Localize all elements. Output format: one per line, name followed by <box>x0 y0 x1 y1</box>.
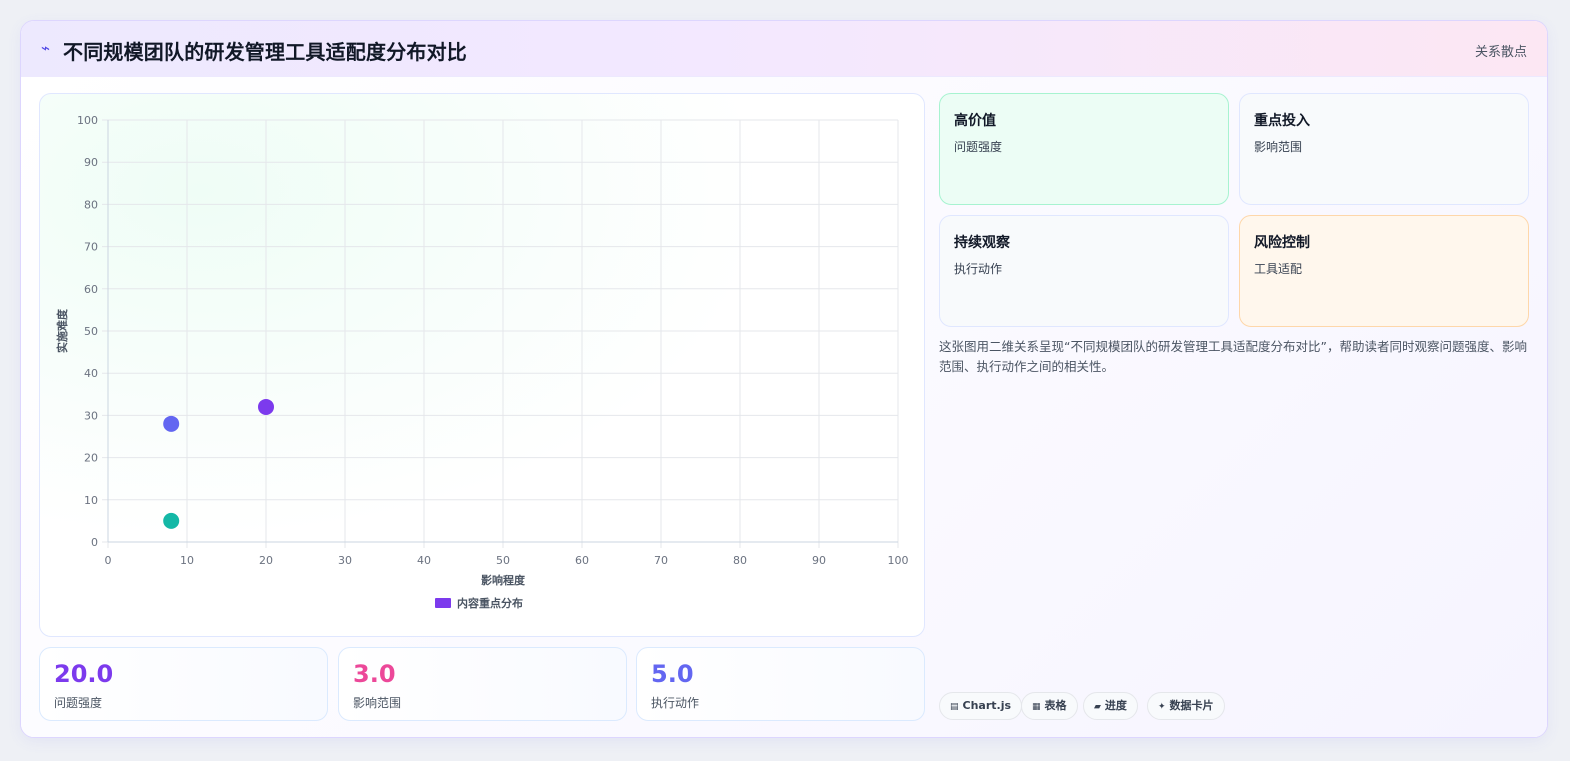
stat-label: 执行动作 <box>651 696 700 710</box>
x-tick-label: 30 <box>338 554 352 567</box>
y-tick-label: 30 <box>84 409 98 422</box>
chart-description: 这张图用二维关系呈现“不同规模团队的研发管理工具适配度分布对比”，帮助读者同时观… <box>939 339 1527 374</box>
scatter-point <box>258 398 274 415</box>
stat-card-problem-intensity: 20.0 问题强度 <box>39 647 328 721</box>
x-tick-label: 40 <box>417 554 431 567</box>
x-tick-label: 10 <box>180 554 194 567</box>
y-tick-label: 90 <box>84 156 98 169</box>
chart-type-tag: 关系散点 <box>1474 45 1527 60</box>
chip-label: 进度 <box>1104 699 1127 712</box>
y-tick-label: 100 <box>77 114 98 127</box>
chip-table[interactable]: ▦ 表格 <box>1021 692 1078 720</box>
quadrant-title: 高价值 <box>954 113 996 129</box>
quadrant-title: 重点投入 <box>1254 113 1310 129</box>
y-tick-label: 0 <box>91 536 98 549</box>
x-tick-label: 80 <box>733 554 747 567</box>
quadrant-card-focus-invest: 重点投入 影响范围 <box>1239 93 1529 205</box>
lightning-icon: ⌁ <box>41 39 51 57</box>
chip-label: 表格 <box>1044 699 1067 712</box>
chart-icon: ▤ <box>950 702 959 712</box>
table-icon: ▦ <box>1032 702 1041 712</box>
x-tick-label: 100 <box>888 554 909 567</box>
quadrant-card-keep-watch: 持续观察 执行动作 <box>939 215 1229 327</box>
quadrant-subtitle: 影响范围 <box>1254 140 1303 154</box>
stat-card-action: 5.0 执行动作 <box>636 647 925 721</box>
x-tick-label: 20 <box>259 554 273 567</box>
quadrant-subtitle: 执行动作 <box>954 262 1003 276</box>
stat-value: 5.0 <box>651 660 694 688</box>
legend-swatch <box>435 598 451 608</box>
quadrant-subtitle: 问题强度 <box>954 140 1003 154</box>
y-axis-title: 实施难度 <box>55 308 69 353</box>
scatter-chart: 0 10 20 30 40 50 60 70 80 90 100 0 10 20 30 40 50 60 70 80 9… <box>55 114 909 610</box>
x-tick-label: 0 <box>105 554 112 567</box>
quadrant-subtitle: 工具适配 <box>1254 262 1303 276</box>
x-tick-label: 90 <box>812 554 826 567</box>
y-tick-label: 40 <box>84 367 98 380</box>
stat-card-impact-scope: 3.0 影响范围 <box>338 647 627 721</box>
legend-label: 内容重点分布 <box>457 596 523 610</box>
scatter-chart-panel: 0 10 20 30 40 50 60 70 80 90 100 0 10 20 30 40 50 60 70 80 9… <box>39 93 925 637</box>
x-tick-label: 60 <box>575 554 589 567</box>
card-header: ⌁ 不同规模团队的研发管理工具适配度分布对比 关系散点 <box>21 21 1547 77</box>
chip-chartjs[interactable]: ▤ Chart.js <box>939 692 1023 720</box>
scatter-point <box>163 512 180 529</box>
stat-label: 影响范围 <box>353 696 402 710</box>
stat-value: 3.0 <box>353 660 396 688</box>
chip-label: 数据卡片 <box>1169 699 1214 712</box>
chip-progress[interactable]: ▰ 进度 <box>1083 692 1138 720</box>
x-tick-label: 50 <box>496 554 510 567</box>
stat-value: 20.0 <box>54 660 114 688</box>
sparkle-icon: ✦ <box>1158 702 1166 712</box>
y-tick-label: 60 <box>84 283 98 296</box>
y-tick-label: 10 <box>84 494 98 507</box>
y-tick-label: 50 <box>84 325 98 338</box>
quadrant-card-risk-control: 风险控制 工具适配 <box>1239 215 1529 327</box>
page-title: 不同规模团队的研发管理工具适配度分布对比 <box>63 40 467 64</box>
chip-data-card[interactable]: ✦ 数据卡片 <box>1147 692 1225 720</box>
chart-card: ⌁ 不同规模团队的研发管理工具适配度分布对比 关系散点 0 10 20 30 40 50 6… <box>20 20 1548 738</box>
y-tick-label: 80 <box>84 198 98 211</box>
chip-label: Chart.js <box>962 699 1012 712</box>
quadrant-card-high-value: 高价值 问题强度 <box>939 93 1229 205</box>
quadrant-title: 持续观察 <box>954 235 1010 251</box>
y-tick-label: 20 <box>84 452 98 465</box>
x-axis-title: 影响程度 <box>481 573 526 587</box>
scatter-point <box>163 415 180 432</box>
y-tick-label: 70 <box>84 241 98 254</box>
x-tick-label: 70 <box>654 554 668 567</box>
stat-label: 问题强度 <box>54 696 103 710</box>
quadrant-title: 风险控制 <box>1254 235 1310 251</box>
progress-icon: ▰ <box>1094 702 1101 712</box>
